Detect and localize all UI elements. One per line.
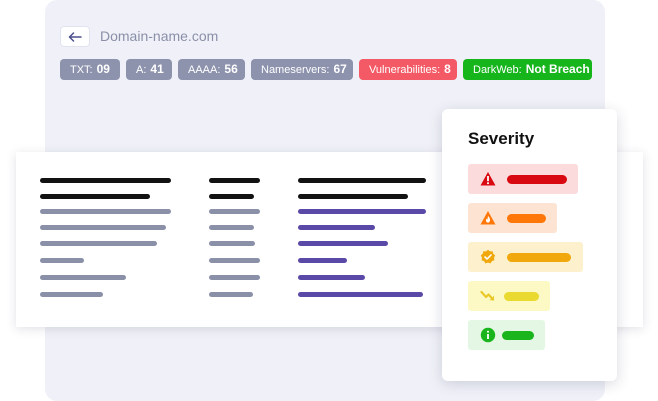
column-header-placeholder (298, 178, 426, 183)
alert-triangle-icon (480, 172, 496, 186)
chip-darkweb[interactable]: DarkWeb: Not Breach (463, 59, 592, 80)
cell-placeholder (40, 275, 126, 280)
chip-value: 09 (96, 62, 110, 76)
chip-aaaa[interactable]: AAAA: 56 (178, 59, 245, 80)
column-header-placeholder (40, 178, 171, 183)
info-icon (480, 327, 496, 343)
cell-placeholder (40, 258, 84, 263)
severity-legend: Severity (442, 109, 617, 381)
cell-placeholder (298, 292, 423, 297)
chip-vulnerabilities[interactable]: Vulnerabilities: 8 (359, 59, 457, 80)
severity-bar (504, 292, 539, 301)
column-header-placeholder (40, 194, 150, 199)
severity-bar (502, 331, 534, 340)
cell-placeholder (298, 225, 375, 230)
badge-check-icon (480, 249, 496, 264)
chip-label: A: (136, 64, 147, 76)
cell-placeholder (40, 292, 103, 297)
cell-placeholder (298, 258, 347, 263)
chip-value: 56 (224, 62, 238, 76)
column-header-placeholder (298, 194, 408, 199)
column-header-placeholder (209, 194, 254, 199)
severity-low (468, 281, 550, 311)
trend-down-icon (480, 290, 495, 301)
severity-medium (468, 242, 583, 272)
cell-placeholder (298, 209, 426, 214)
chip-a[interactable]: A: 41 (126, 59, 172, 80)
cell-placeholder (209, 258, 260, 263)
column-header-placeholder (209, 178, 260, 183)
severity-bar (507, 175, 567, 184)
chip-value: 8 (444, 62, 451, 76)
chip-nameservers[interactable]: Nameservers: 67 (251, 59, 353, 80)
chip-value: 41 (150, 62, 164, 76)
cell-placeholder (298, 241, 388, 246)
severity-high (468, 203, 557, 233)
chip-label: Vulnerabilities: (369, 64, 441, 76)
cell-placeholder (209, 225, 254, 230)
cell-placeholder (40, 225, 166, 230)
cell-placeholder (209, 275, 260, 280)
arrow-left-icon (68, 31, 82, 42)
cell-placeholder (40, 209, 171, 214)
back-button[interactable] (60, 26, 90, 47)
domain-name: Domain-name.com (100, 28, 219, 44)
chip-value: 67 (333, 62, 347, 76)
cell-placeholder (298, 275, 365, 280)
severity-info (468, 320, 545, 350)
cell-placeholder (209, 292, 253, 297)
chip-label: Nameservers: (261, 64, 330, 76)
cell-placeholder (209, 241, 255, 246)
chip-label: AAAA: (188, 64, 221, 76)
chip-value: Not Breach (525, 62, 590, 76)
flame-icon (480, 211, 496, 225)
severity-critical (468, 164, 578, 194)
chip-label: DarkWeb: (473, 64, 522, 76)
chip-label: TXT: (70, 64, 93, 76)
chip-txt[interactable]: TXT: 09 (60, 59, 120, 80)
severity-bar (507, 253, 571, 262)
cell-placeholder (209, 209, 260, 214)
severity-bar (507, 214, 546, 223)
severity-title: Severity (468, 129, 535, 148)
cell-placeholder (40, 241, 157, 246)
